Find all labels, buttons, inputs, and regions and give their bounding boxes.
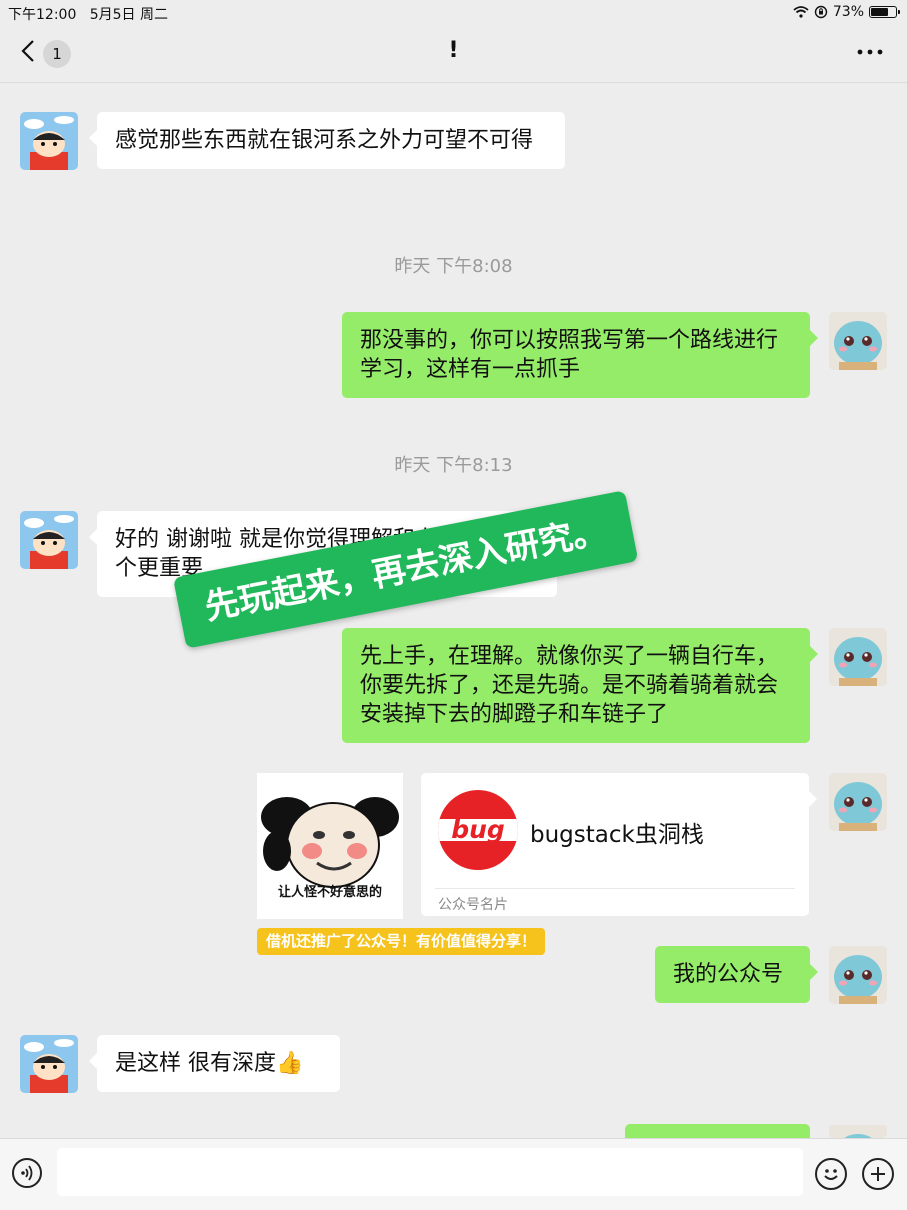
message-bubble-outgoing[interactable]: 先上手，在理解。就像你买了一辆自行车，你要先拆了，还是先骑。是不骑着骑着就会安装… bbox=[342, 628, 818, 743]
my-avatar[interactable] bbox=[829, 1124, 887, 1138]
card-type-label: 公众号名片 bbox=[438, 897, 508, 913]
chat-title: ! bbox=[448, 38, 459, 63]
contact-avatar[interactable] bbox=[20, 112, 78, 170]
chat-header: 1 ! bbox=[0, 24, 907, 83]
bugstack-logo: bug bbox=[438, 790, 518, 870]
official-account-card[interactable]: bug bugstack虫洞栈 公众号名片 bbox=[421, 773, 817, 916]
boy-avatar-icon bbox=[20, 511, 78, 569]
voice-icon bbox=[21, 1165, 33, 1181]
message-bubble-incoming[interactable]: 感觉那些东西就在银河系之外力可望不可得 bbox=[89, 112, 565, 169]
status-bar: 下午12:00 5月5日 周二 73% bbox=[0, 0, 907, 24]
turtle-avatar-icon bbox=[829, 312, 887, 370]
status-time: 下午12:00 bbox=[8, 7, 77, 23]
more-options-button[interactable] bbox=[862, 1158, 894, 1190]
emoji-button[interactable] bbox=[815, 1158, 847, 1190]
card-divider bbox=[435, 888, 795, 889]
plus-icon bbox=[871, 1167, 885, 1181]
status-right: 73% bbox=[793, 4, 900, 20]
timestamp: 昨天 下午8:08 bbox=[394, 256, 513, 277]
contact-avatar[interactable] bbox=[20, 1035, 78, 1093]
account-name: bugstack虫洞栈 bbox=[530, 822, 704, 848]
message-bubble-incoming[interactable]: 是这样 很有深度👍 bbox=[89, 1035, 340, 1092]
boy-avatar-icon bbox=[20, 1035, 78, 1093]
input-bar bbox=[0, 1138, 907, 1210]
my-avatar[interactable] bbox=[829, 773, 887, 831]
contact-avatar[interactable] bbox=[20, 511, 78, 569]
message-bubble-outgoing-partial[interactable] bbox=[625, 1124, 810, 1138]
promo-tag: 借机还推广了公众号！有价值值得分享！ bbox=[257, 928, 546, 955]
turtle-avatar-icon bbox=[829, 628, 887, 686]
status-date: 5月5日 周二 bbox=[89, 7, 168, 23]
battery-percent: 73% bbox=[832, 4, 864, 20]
battery-icon bbox=[869, 6, 900, 18]
turtle-avatar-icon bbox=[829, 773, 887, 831]
turtle-avatar-icon bbox=[829, 1125, 887, 1138]
my-avatar[interactable] bbox=[829, 312, 887, 370]
more-button[interactable] bbox=[857, 34, 883, 69]
sticker-caption: 让人怪不好意思的 bbox=[277, 885, 382, 900]
boy-avatar-icon bbox=[20, 112, 78, 170]
logo-text: bug bbox=[451, 815, 505, 844]
more-dots-icon bbox=[857, 49, 883, 55]
my-avatar[interactable] bbox=[829, 628, 887, 686]
message-input[interactable] bbox=[57, 1148, 803, 1196]
sticker-message[interactable]: 让人怪不好意思的 bbox=[257, 773, 403, 919]
turtle-avatar-icon bbox=[829, 946, 887, 1004]
rotation-lock-icon bbox=[814, 5, 828, 19]
my-avatar[interactable] bbox=[829, 946, 887, 1004]
wifi-icon bbox=[793, 6, 809, 18]
emoji-icon bbox=[824, 1169, 838, 1180]
battery-fill bbox=[871, 8, 888, 16]
message-bubble-outgoing[interactable]: 我的公众号 bbox=[655, 946, 818, 1003]
status-time-date: 下午12:00 5月5日 周二 bbox=[8, 4, 168, 24]
message-bubble-outgoing[interactable]: 那没事的，你可以按照我写第一个路线进行学习，这样有一点抓手 bbox=[342, 312, 818, 398]
timestamp: 昨天 下午8:13 bbox=[394, 455, 513, 476]
voice-button[interactable] bbox=[12, 1158, 42, 1188]
